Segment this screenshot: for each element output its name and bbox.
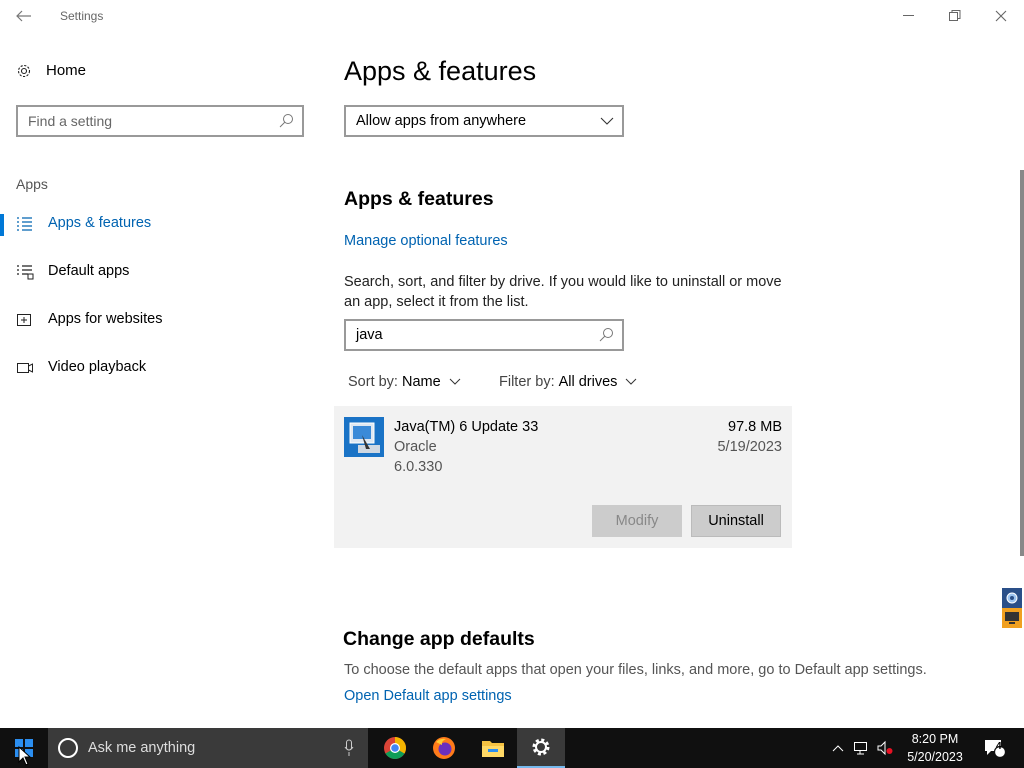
monitor-icon[interactable] xyxy=(1002,608,1022,628)
sidebar-item-label: Default apps xyxy=(48,263,130,279)
app-size: 97.8 MB xyxy=(728,419,782,435)
window-title: Settings xyxy=(60,9,104,23)
chevron-down-icon xyxy=(600,117,614,125)
app-publisher: Oracle xyxy=(394,439,437,455)
taskbar-clock[interactable]: 8:20 PM 5/20/2023 xyxy=(896,730,974,766)
notification-icon xyxy=(985,740,1007,759)
filter-by-dropdown[interactable]: Filter by: All drives xyxy=(499,374,637,390)
sidebar-item-label: Apps for websites xyxy=(48,311,163,327)
search-description: Search, sort, and filter by drive. If yo… xyxy=(344,274,782,310)
home-link[interactable]: Home xyxy=(16,62,86,79)
sidebar-item-label: Video playback xyxy=(48,359,147,375)
search-icon xyxy=(279,114,293,128)
page-title: Apps & features xyxy=(344,56,537,86)
taskbar-firefox[interactable] xyxy=(420,728,468,768)
sidebar-item-label: Apps & features xyxy=(48,215,152,231)
sidebar-item-default-apps[interactable]: Default apps xyxy=(0,252,320,292)
sort-value: Name xyxy=(401,374,441,390)
manage-optional-features-link[interactable]: Manage optional features xyxy=(344,233,508,249)
java-installer-icon xyxy=(344,417,384,457)
notification-count: 4 xyxy=(996,741,1002,752)
minimize-icon xyxy=(903,15,914,16)
chevron-up-icon xyxy=(832,745,844,752)
scrollbar[interactable] xyxy=(1020,170,1024,556)
change-app-defaults-description: To choose the default apps that open you… xyxy=(344,662,927,678)
search-icon xyxy=(599,328,613,342)
apps-websites-icon xyxy=(17,314,31,326)
app-list-item[interactable]: Java(TM) 6 Update 33 Oracle 6.0.330 97.8… xyxy=(334,406,792,548)
taskbar: Ask me anything 8:20 PM 5/20/2023 4 xyxy=(0,728,1024,768)
home-label: Home xyxy=(46,62,87,79)
find-setting-placeholder: Find a setting xyxy=(28,113,113,129)
sidebar-item-apps-websites[interactable]: Apps for websites xyxy=(0,300,320,340)
filter-value: All drives xyxy=(558,374,618,390)
app-version: 6.0.330 xyxy=(394,459,443,475)
volume-tray-button[interactable] xyxy=(874,728,896,768)
minimize-button[interactable] xyxy=(886,0,932,32)
taskbar-search-box[interactable]: Ask me anything xyxy=(48,728,368,768)
chevron-down-icon xyxy=(449,378,461,385)
open-default-app-settings-link[interactable]: Open Default app settings xyxy=(344,688,512,704)
app-search-input[interactable]: java xyxy=(344,319,624,351)
back-arrow-icon xyxy=(16,10,31,22)
back-button[interactable] xyxy=(8,4,40,28)
sidebar: Home Find a setting Apps Apps & features… xyxy=(0,32,320,728)
close-icon xyxy=(995,10,1007,22)
sort-by-dropdown[interactable]: Sort by: Name xyxy=(348,374,461,390)
show-hidden-icons-button[interactable] xyxy=(828,728,848,768)
section-title: Apps & features xyxy=(344,188,494,210)
chrome-icon xyxy=(384,737,406,759)
find-setting-input[interactable]: Find a setting xyxy=(16,105,304,137)
microphone-icon xyxy=(344,739,354,756)
restore-icon xyxy=(949,10,961,21)
volume-muted-icon xyxy=(877,740,893,756)
mouse-cursor-icon xyxy=(18,746,32,766)
close-button[interactable] xyxy=(978,0,1024,32)
network-tray-button[interactable] xyxy=(850,728,874,768)
section-label-apps: Apps xyxy=(16,176,48,192)
restore-button[interactable] xyxy=(932,0,978,32)
taskbar-file-explorer[interactable] xyxy=(469,728,517,768)
title-bar: Settings xyxy=(0,0,1024,32)
change-app-defaults-title: Change app defaults xyxy=(343,628,535,650)
taskbar-chrome[interactable] xyxy=(371,728,419,768)
settings-gear-icon xyxy=(532,738,550,756)
clock-time: 8:20 PM xyxy=(911,732,959,746)
default-apps-icon xyxy=(17,265,34,280)
apps-features-icon xyxy=(17,217,32,231)
taskbar-settings[interactable] xyxy=(517,728,565,768)
firefox-icon xyxy=(433,737,455,759)
sort-label: Sort by: xyxy=(348,374,398,390)
app-name: Java(TM) 6 Update 33 xyxy=(394,419,539,435)
clock-date: 5/20/2023 xyxy=(907,750,963,764)
filter-label: Filter by: xyxy=(499,374,555,390)
action-center-button[interactable]: 4 xyxy=(978,728,1012,768)
install-source-value: Allow apps from anywhere xyxy=(356,113,527,129)
gear-icon xyxy=(17,64,31,77)
network-gear-icon[interactable] xyxy=(1002,588,1022,608)
file-explorer-icon xyxy=(482,741,504,757)
video-playback-icon xyxy=(17,363,33,373)
sidebar-item-video-playback[interactable]: Video playback xyxy=(0,348,320,388)
cortana-icon xyxy=(58,738,78,758)
sidebar-item-apps-features[interactable]: Apps & features xyxy=(0,204,320,244)
app-install-date: 5/19/2023 xyxy=(717,439,782,455)
app-search-value: java xyxy=(356,327,383,343)
taskbar-search-placeholder: Ask me anything xyxy=(88,740,196,756)
chevron-down-icon xyxy=(626,378,637,385)
uninstall-button[interactable]: Uninstall xyxy=(691,505,781,537)
install-source-dropdown[interactable]: Allow apps from anywhere xyxy=(344,105,624,137)
network-icon xyxy=(854,742,867,755)
modify-button[interactable]: Modify xyxy=(592,505,682,537)
